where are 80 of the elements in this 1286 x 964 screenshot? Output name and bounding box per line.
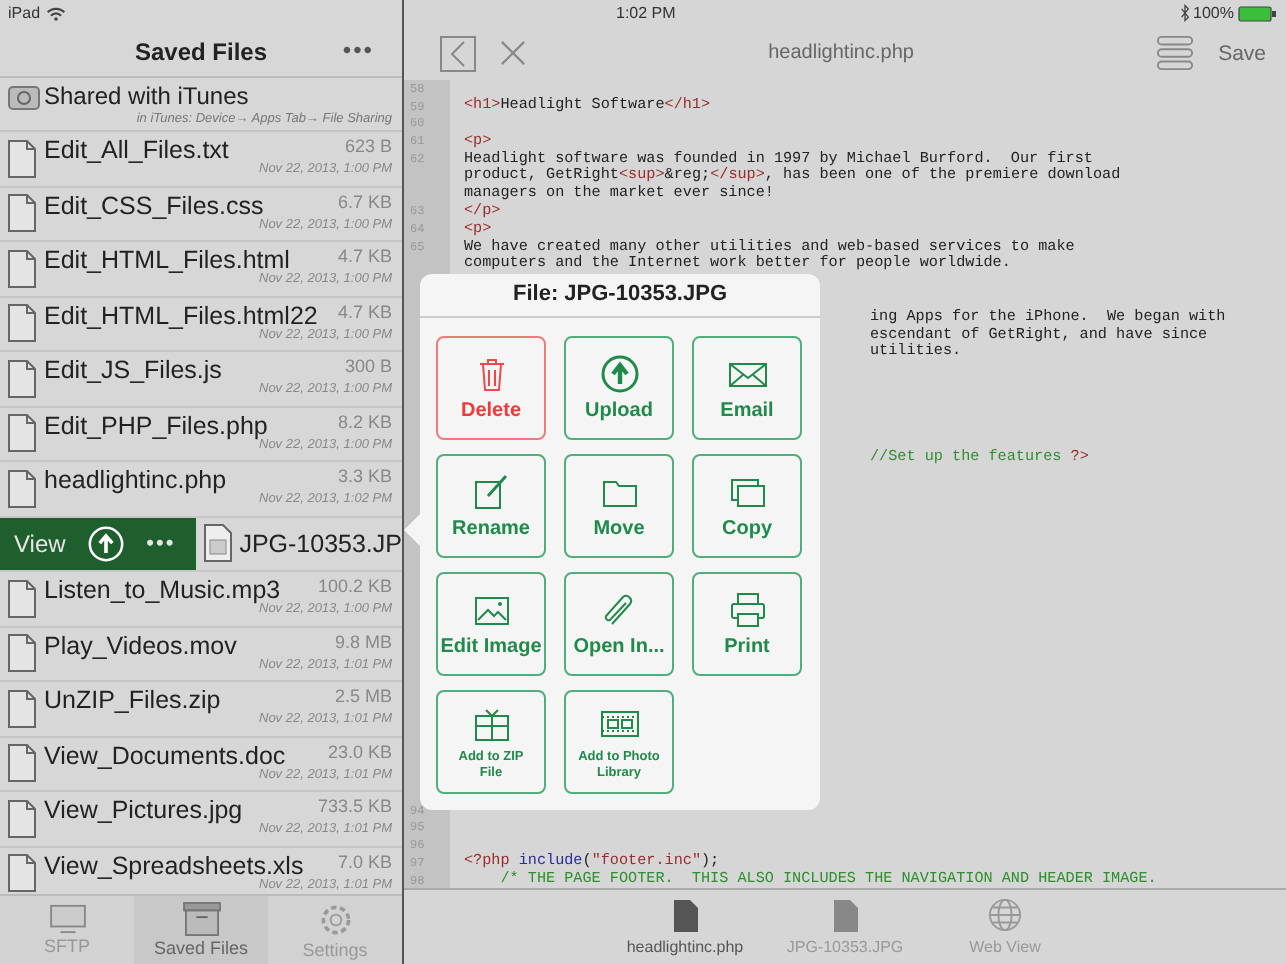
wifi-icon [46,5,67,21]
tab[interactable]: headlightinc.php [615,890,755,964]
file-size: 2.5 MB [334,686,392,706]
battery-icon [1238,5,1278,21]
gift-box-icon [471,704,511,745]
file-name: Listen_to_Music.mp3 [44,576,281,605]
action-button[interactable]: Copy [692,454,802,558]
image-file-icon [203,524,232,563]
file-name: Edit_All_Files.txt [44,136,229,165]
file-name: headlightinc.php [44,466,227,495]
document-icon [8,634,36,673]
file-size: 733.5 KB [317,796,392,816]
pencil-icon [471,472,511,512]
document-icon [8,579,36,618]
device-name: iPad [8,4,41,22]
printer-icon [727,590,767,630]
sidebar-title: Saved Files [134,37,268,65]
file-size: 4.7 KB [337,301,392,321]
monitor-icon [47,904,87,934]
file-size: 623 B [344,136,392,156]
file-size: 100.2 KB [317,576,392,596]
file-name: JPG-10353.JP [239,529,402,558]
file-size: 23.0 KB [327,741,392,761]
battery-percent: 100% [1193,4,1234,22]
file-name: UnZIP_Files.zip [44,686,221,715]
document-icon [8,744,36,783]
file-name: Edit_PHP_Files.php [44,411,268,440]
file-name: Edit_JS_Files.js [44,356,222,385]
more-button[interactable]: ••• [342,36,374,64]
file-box-icon [181,902,221,936]
file-name: View_Spreadsheets.xls [44,851,304,880]
file-name: View_Documents.doc [44,741,286,770]
bluetooth-icon [1179,4,1190,22]
more-button[interactable]: ••• [146,531,176,556]
settings-icon [317,901,353,937]
document-icon [8,799,36,838]
close-icon[interactable] [500,40,526,66]
action-button[interactable]: Upload [564,336,674,440]
document-icon [833,899,857,931]
document-icon [8,249,36,288]
document-icon [8,194,36,233]
file-size: 7.0 KB [337,851,392,871]
globe-icon [988,898,1022,932]
file-name: Edit_CSS_Files.css [44,191,264,220]
view-button[interactable]: View [14,529,66,558]
file-title: headlightinc.php [768,42,914,64]
action-button[interactable]: Edit Image [436,572,546,676]
file-name: Edit_HTML_Files.html22 [44,301,318,330]
tab[interactable]: Saved Files [134,896,268,964]
file-size: 9.8 MB [334,631,392,651]
document-icon [8,469,36,508]
save-button[interactable]: Save [1218,41,1266,65]
document-icon [8,304,36,343]
file-size: 8.2 KB [337,411,392,431]
file-size: 4.7 KB [337,246,392,266]
file-name: Edit_HTML_Files.html [44,246,290,275]
document-icon [673,899,697,931]
back-icon[interactable] [440,35,476,71]
upload-icon[interactable] [87,525,124,562]
action-button[interactable]: Delete [436,336,546,440]
action-button[interactable]: Move [564,454,674,558]
file-name: Play_Videos.mov [44,631,237,660]
action-button[interactable]: Open In... [564,572,674,676]
menu-icon[interactable] [1156,34,1195,72]
action-button[interactable]: Print [692,572,802,676]
document-icon [8,359,36,398]
file-size: 3.3 KB [337,466,392,486]
popover-title: File: JPG-10353.JPG [420,274,820,318]
document-icon [8,689,36,728]
upload-icon [599,354,639,394]
document-icon [8,854,36,893]
file-name: View_Pictures.jpg [44,796,243,825]
document-icon [8,139,36,178]
file-size: 300 B [344,356,392,376]
action-button[interactable]: Rename [436,454,546,558]
file-size: 6.7 KB [337,191,392,211]
document-icon [8,414,36,453]
status-time: 1:02 PM [616,4,676,22]
shared-title: Shared with iTunes [44,82,249,110]
action-button[interactable]: Email [692,336,802,440]
